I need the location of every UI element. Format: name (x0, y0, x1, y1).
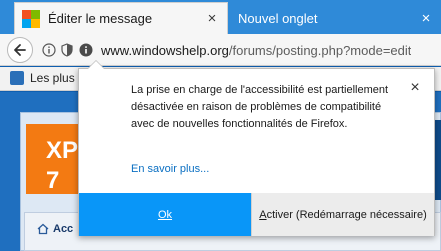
tab-new-tab[interactable]: Nouvel onglet × (232, 2, 441, 34)
url-text[interactable]: www.windowshelp.org/forums/posting.php?m… (101, 43, 411, 58)
notification-message: La prise en charge de l'accessibilité es… (131, 84, 389, 130)
info-icon[interactable] (42, 43, 56, 57)
url-bar[interactable]: www.windowshelp.org/forums/posting.php?m… (34, 38, 441, 62)
learn-more-link[interactable]: En savoir plus... (131, 163, 209, 175)
accessibility-notification: × La prise en charge de l'accessibilité … (78, 60, 435, 236)
logo-text: XP 7 (46, 137, 79, 194)
ok-button-label: Ok (157, 208, 173, 221)
activate-restart-button[interactable]: Activer (Redémarrage nécessaire) (251, 193, 434, 236)
site-info-icon[interactable] (79, 43, 93, 57)
bookmark-label: Les plus (30, 71, 75, 85)
page-nav-home[interactable]: Acc (37, 223, 73, 235)
restart-label: ctiver (Redémarrage nécessaire) (266, 208, 427, 221)
url-path: /forums/posting.php?mode=edit (228, 42, 412, 58)
url-domain: www.windowshelp.org (101, 42, 229, 58)
navigation-bar: www.windowshelp.org/forums/posting.php?m… (0, 34, 441, 66)
notification-actions: Ok Activer (Redémarrage nécessaire) (79, 193, 434, 236)
tab-strip: Éditer le message × Nouvel onglet × (0, 0, 441, 34)
popup-arrow (87, 60, 105, 69)
arrow-left-icon (14, 44, 26, 56)
tab-close-icon[interactable]: × (201, 10, 223, 27)
restart-accesskey: A (259, 208, 267, 221)
ok-button[interactable]: Ok (79, 193, 251, 236)
home-icon (37, 223, 49, 235)
tab-edit-message[interactable]: Éditer le message × (14, 2, 228, 34)
windows-logo-icon (22, 9, 40, 28)
tab-title: Éditer le message (48, 11, 153, 26)
back-button[interactable] (7, 37, 33, 63)
bookmark-most-visited[interactable]: Les plus (10, 71, 75, 85)
bookmark-folder-icon (10, 71, 24, 85)
tracking-shield-icon[interactable] (61, 43, 73, 57)
page-nav-label: Acc (53, 223, 74, 235)
tab-title: Nouvel onglet (238, 10, 318, 26)
close-icon[interactable]: × (406, 79, 424, 97)
tab-close-icon[interactable]: × (415, 10, 437, 27)
site-logo[interactable]: XP 7 (26, 124, 82, 194)
